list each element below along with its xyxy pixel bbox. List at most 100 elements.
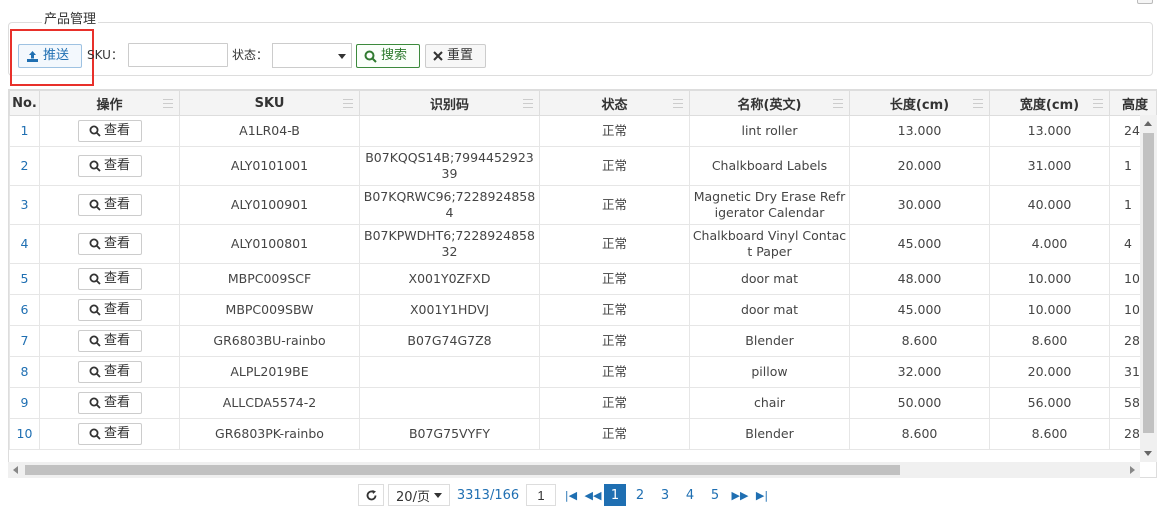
view-button[interactable]: 查看 (77, 423, 142, 445)
sku-cell: ALPL2019BE (179, 356, 360, 388)
code-cell (359, 387, 540, 419)
view-button[interactable]: 查看 (77, 194, 142, 216)
push-button-label: 推送 (43, 48, 70, 63)
window-corner-icon (1137, 0, 1153, 4)
product-table: No. 操作 SKU 识别码 状态 名称(英文) 长度(cm) 宽度(cm) 高… (9, 90, 1156, 450)
name-cell: Blender (689, 418, 850, 450)
column-header-name[interactable]: 名称(英文) (689, 90, 850, 116)
view-button[interactable]: 查看 (77, 392, 142, 414)
column-header-length[interactable]: 长度(cm) (849, 90, 990, 116)
row-number: 9 (9, 387, 40, 419)
page-link-5[interactable]: 5 (704, 484, 726, 506)
length-cell: 50.000 (849, 387, 990, 419)
sku-cell: MBPC009SBW (179, 294, 360, 326)
column-menu-icon (833, 99, 843, 108)
next-page-icon[interactable]: ▶▶ (729, 484, 751, 506)
refresh-button[interactable] (358, 484, 384, 506)
sku-cell: MBPC009SCF (179, 263, 360, 295)
column-header-width[interactable]: 宽度(cm) (989, 90, 1110, 116)
column-header-no[interactable]: No. (9, 90, 40, 116)
view-button[interactable]: 查看 (77, 155, 142, 177)
view-button-label: 查看 (103, 271, 130, 286)
sku-cell: A1LR04-B (179, 115, 360, 147)
vertical-scroll-thumb[interactable] (1143, 133, 1154, 433)
status-cell: 正常 (539, 224, 690, 264)
name-cell: lint roller (689, 115, 850, 147)
row-number: 1 (9, 115, 40, 147)
push-button[interactable]: 推送 (18, 44, 82, 68)
page-link-1[interactable]: 1 (604, 484, 626, 506)
table-row[interactable]: 1 查看 A1LR04-B 正常 lint roller 13.000 13.000 24 (9, 115, 1156, 147)
view-button[interactable]: 查看 (77, 330, 142, 352)
view-button-label: 查看 (103, 123, 130, 138)
scroll-right-icon[interactable] (1130, 466, 1135, 474)
column-header-sku[interactable]: SKU (179, 90, 360, 116)
status-select[interactable] (272, 43, 352, 68)
column-header-actions[interactable]: 操作 (39, 90, 180, 116)
sku-label: SKU： (87, 48, 123, 62)
column-header-height[interactable]: 高度 (1109, 90, 1156, 116)
code-cell: B07KPWDHT6;722892485832 (359, 224, 540, 264)
table-row[interactable]: 10 查看 GR6803PK-rainbo B07G75VYFY 正常 Blender 8.… (9, 418, 1156, 450)
page-number-input[interactable] (526, 484, 556, 506)
search-icon (89, 304, 101, 316)
pagination: 20/页 3313/166 |◀ ◀◀ 12345 ▶▶ ▶| (358, 484, 773, 506)
table-row[interactable]: 6 查看 MBPC009SBW X001Y1HDVJ 正常 door mat 45.000 1… (9, 294, 1156, 326)
first-page-icon[interactable]: |◀ (560, 484, 582, 506)
row-actions-cell: 查看 (39, 356, 180, 388)
page-size-select[interactable]: 20/页 (388, 484, 450, 506)
column-header-status[interactable]: 状态 (539, 90, 690, 116)
scroll-down-icon[interactable] (1144, 451, 1152, 456)
scroll-left-icon[interactable] (13, 466, 18, 474)
search-icon (89, 273, 101, 285)
search-icon (89, 125, 101, 137)
view-button[interactable]: 查看 (77, 268, 142, 290)
table-row[interactable]: 3 查看 ALY0100901 B07KQRWC96;72289248584 正常 Mag… (9, 185, 1156, 225)
row-actions-cell: 查看 (39, 418, 180, 450)
status-cell: 正常 (539, 325, 690, 357)
view-button[interactable]: 查看 (77, 233, 142, 255)
page-link-4[interactable]: 4 (679, 484, 701, 506)
column-menu-icon (343, 99, 353, 108)
row-actions-cell: 查看 (39, 294, 180, 326)
table-row[interactable]: 5 查看 MBPC009SCF X001Y0ZFXD 正常 door mat 48.000 1… (9, 263, 1156, 295)
view-button[interactable]: 查看 (77, 299, 142, 321)
sku-input[interactable] (128, 43, 228, 67)
prev-page-icon[interactable]: ◀◀ (582, 484, 604, 506)
table-row[interactable]: 7 查看 GR6803BU-rainbo B07G74G7Z8 正常 Blender 8.6… (9, 325, 1156, 357)
view-button[interactable]: 查看 (77, 120, 142, 142)
length-cell: 48.000 (849, 263, 990, 295)
vertical-scrollbar[interactable] (1140, 115, 1157, 462)
name-cell: Chalkboard Vinyl Contact Paper (689, 224, 850, 264)
length-cell: 20.000 (849, 146, 990, 186)
search-icon (89, 335, 101, 347)
view-button-label: 查看 (103, 333, 130, 348)
row-number: 2 (9, 146, 40, 186)
width-cell: 8.600 (989, 418, 1110, 450)
row-number: 4 (9, 224, 40, 264)
table-row[interactable]: 4 查看 ALY0100801 B07KPWDHT6;722892485832 正常 Ch… (9, 224, 1156, 264)
table-header-row: No. 操作 SKU 识别码 状态 名称(英文) 长度(cm) 宽度(cm) 高… (9, 90, 1156, 116)
total-count: 3313/166 (454, 484, 522, 506)
code-cell (359, 115, 540, 147)
column-header-code[interactable]: 识别码 (359, 90, 540, 116)
page-link-3[interactable]: 3 (654, 484, 676, 506)
column-menu-icon (973, 99, 983, 108)
name-cell: Blender (689, 325, 850, 357)
code-cell: B07G75VYFY (359, 418, 540, 450)
table-row[interactable]: 2 查看 ALY0101001 B07KQQS14B;799445292339 正常 Ch… (9, 146, 1156, 186)
scroll-up-icon[interactable] (1144, 121, 1152, 126)
name-cell: Chalkboard Labels (689, 146, 850, 186)
table-row[interactable]: 9 查看 ALLCDA5574-2 正常 chair 50.000 56.000 58 (9, 387, 1156, 419)
sku-cell: ALLCDA5574-2 (179, 387, 360, 419)
reset-button[interactable]: 重置 (425, 44, 486, 68)
width-cell: 13.000 (989, 115, 1110, 147)
view-button[interactable]: 查看 (77, 361, 142, 383)
horizontal-scrollbar[interactable] (8, 462, 1140, 478)
horizontal-scroll-thumb[interactable] (25, 465, 900, 475)
table-row[interactable]: 8 查看 ALPL2019BE 正常 pillow 32.000 20.000 31 (9, 356, 1156, 388)
width-cell: 10.000 (989, 294, 1110, 326)
page-link-2[interactable]: 2 (629, 484, 651, 506)
search-button[interactable]: 搜索 (356, 44, 420, 68)
last-page-icon[interactable]: ▶| (751, 484, 773, 506)
